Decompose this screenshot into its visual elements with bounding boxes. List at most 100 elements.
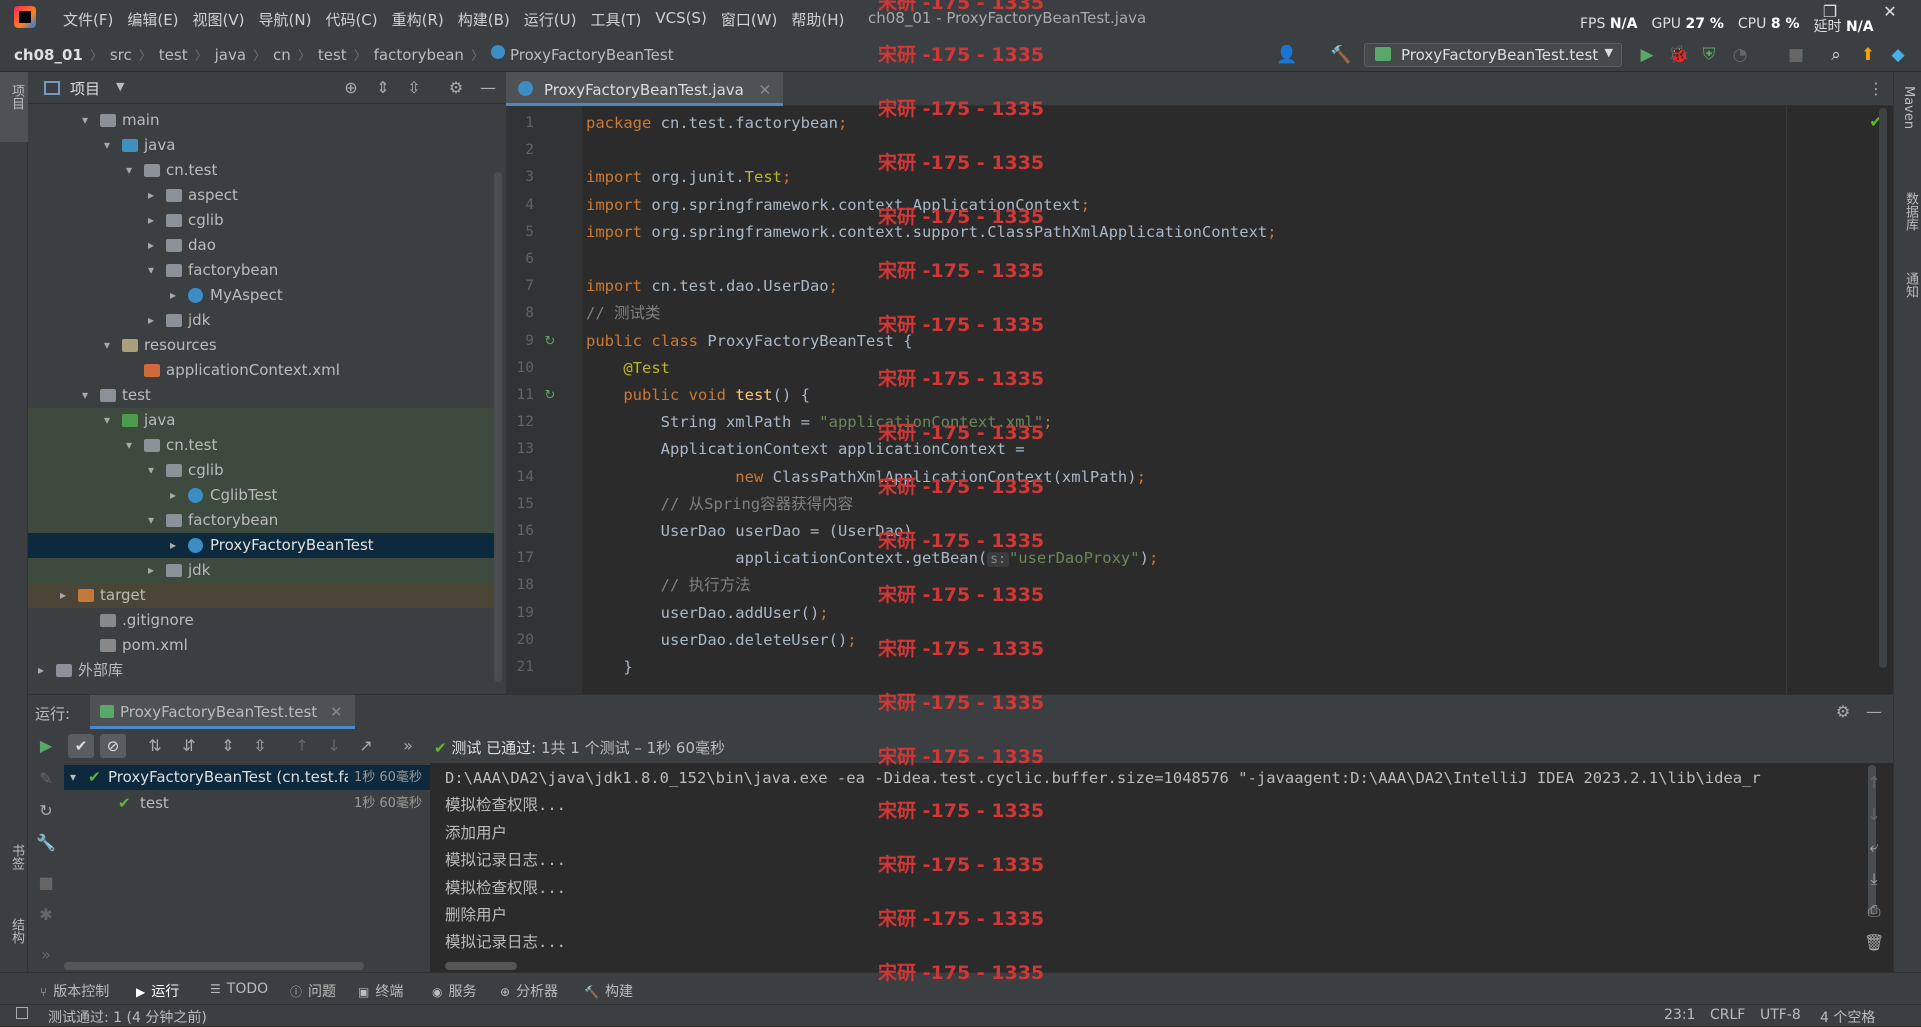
show-ignored-icon[interactable]: ⊘: [100, 734, 126, 758]
menu-item[interactable]: 运行(U): [517, 9, 584, 30]
bottom-tab[interactable]: 🔨 构建: [584, 981, 633, 1001]
breadcrumb-item[interactable]: java: [215, 45, 246, 64]
run-icon[interactable]: ▶: [1637, 45, 1657, 65]
restore-icon[interactable]: ❐: [1820, 2, 1840, 22]
menu-item[interactable]: 工具(T): [583, 9, 648, 30]
chevron-right-icon[interactable]: ▸: [60, 583, 70, 608]
menu-item[interactable]: 代码(C): [318, 9, 384, 30]
chevron-down-icon[interactable]: ▾: [104, 133, 114, 158]
bottom-tab[interactable]: ☰ TODO: [210, 981, 268, 997]
chevron-down-icon[interactable]: ▼: [116, 80, 124, 93]
breadcrumb-item[interactable]: src: [110, 45, 132, 64]
stop-icon[interactable]: ■: [36, 873, 56, 893]
expand-all-icon[interactable]: ⇕: [373, 78, 393, 98]
indent-setting[interactable]: 4 个空格: [1820, 1007, 1875, 1027]
chevron-right-icon[interactable]: ▸: [148, 208, 158, 233]
project-tree-item[interactable]: ▾ main: [28, 108, 498, 133]
breadcrumb-item[interactable]: ProxyFactoryBeanTest: [510, 45, 674, 64]
project-tree-item[interactable]: ▸ target: [28, 583, 498, 608]
breadcrumb-item[interactable]: test: [318, 45, 347, 64]
stop-icon[interactable]: ■: [1786, 45, 1806, 65]
project-tree-item[interactable]: ▸ MyAspect: [28, 283, 498, 308]
chevron-right-icon[interactable]: ▸: [38, 658, 48, 683]
run-config-selector[interactable]: ProxyFactoryBeanTest.test ▼: [1364, 43, 1622, 67]
run-class-gutter-icon[interactable]: ↻: [540, 332, 560, 352]
next-failed-icon[interactable]: ↓: [324, 736, 344, 756]
menu-item[interactable]: 视图(V): [186, 9, 252, 30]
chevron-down-icon[interactable]: ▾: [82, 108, 92, 133]
tree-h-scrollbar[interactable]: [64, 962, 364, 970]
project-tree-item[interactable]: ▾ cn.test: [28, 158, 498, 183]
wrench-icon[interactable]: 🔧: [36, 833, 56, 853]
more-tabs-icon[interactable]: ⋮: [1866, 79, 1886, 99]
editor-tab-active[interactable]: ProxyFactoryBeanTest.java ✕: [506, 72, 784, 106]
locate-icon[interactable]: ⊕: [341, 78, 361, 98]
coverage-icon[interactable]: ⛨: [1699, 45, 1719, 65]
show-passed-icon[interactable]: ✔: [68, 734, 94, 758]
chevron-right-icon[interactable]: ▸: [170, 483, 180, 508]
chevron-down-icon[interactable]: ▾: [148, 458, 158, 483]
project-tree-item[interactable]: applicationContext.xml: [28, 358, 498, 383]
status-message[interactable]: 测试通过: 1 (4 分钟之前): [48, 1007, 207, 1027]
project-tree-item[interactable]: ▸ jdk: [28, 308, 498, 333]
console-output[interactable]: D:\AAA\DA2\java\jdk1.8.0_152\bin\java.ex…: [430, 763, 1882, 973]
sort-duration-icon[interactable]: ⇵: [179, 736, 199, 756]
chevron-down-icon[interactable]: ▾: [104, 333, 114, 358]
collapse-all-icon[interactable]: ⇳: [404, 78, 424, 98]
breadcrumb-item[interactable]: test: [159, 45, 188, 64]
bottom-tab[interactable]: ⊕ 分析器: [500, 981, 558, 1001]
menu-item[interactable]: 文件(F): [56, 9, 120, 30]
project-tree-item[interactable]: ▸ cglib: [28, 208, 498, 233]
trash-icon[interactable]: 🗑: [1864, 933, 1884, 953]
build-hammer-icon[interactable]: 🔨: [1330, 45, 1351, 65]
project-tree-item[interactable]: ▾ java: [28, 133, 498, 158]
project-tree-item[interactable]: pom.xml: [28, 633, 498, 658]
test-suite-row[interactable]: ▾ ✔ ProxyFactoryBeanTest (cn.test.fa 1秒 …: [64, 765, 430, 790]
gear-icon[interactable]: ⚙: [446, 78, 466, 98]
project-tree-item[interactable]: ▸ 外部库: [28, 658, 498, 683]
import-tests-icon[interactable]: ↗: [356, 736, 376, 756]
hide-icon[interactable]: —: [1864, 702, 1884, 722]
project-tree-item[interactable]: ▸ dao: [28, 233, 498, 258]
project-panel-title[interactable]: 项目: [70, 78, 100, 99]
intellij-logo-icon[interactable]: [14, 6, 36, 28]
chevron-down-icon[interactable]: ▾: [126, 433, 136, 458]
debug-icon[interactable]: 🐞: [1668, 45, 1689, 65]
close-tab-icon[interactable]: ✕: [759, 81, 772, 99]
prev-failed-icon[interactable]: ↑: [292, 736, 312, 756]
layout-icon[interactable]: [16, 1007, 28, 1019]
search-icon[interactable]: ⌕: [1826, 45, 1846, 65]
expand-all-icon[interactable]: ⇕: [218, 736, 238, 756]
collapse-all-icon[interactable]: ⇳: [250, 736, 270, 756]
project-tool-button[interactable]: 项目: [0, 72, 28, 142]
chevron-right-icon[interactable]: ▸: [148, 558, 158, 583]
structure-tool-label[interactable]: 结构: [7, 918, 26, 944]
jetbrains-ai-icon[interactable]: ◆: [1888, 45, 1908, 65]
run-tab[interactable]: ProxyFactoryBeanTest.test ✕: [90, 695, 355, 729]
rerun-icon[interactable]: ▶: [36, 736, 56, 756]
menu-item[interactable]: 构建(B): [451, 9, 517, 30]
caret-position[interactable]: 23:1: [1664, 1007, 1695, 1023]
bottom-tab[interactable]: ⑂ 版本控制: [40, 981, 109, 1001]
bottom-tab[interactable]: ▶ 运行: [136, 981, 179, 1001]
project-tree-item[interactable]: ▾ factorybean: [28, 258, 498, 283]
chevron-down-icon[interactable]: ▾: [104, 408, 114, 433]
menu-item[interactable]: 导航(N): [252, 9, 319, 30]
project-tree-item[interactable]: ▾ cn.test: [28, 433, 498, 458]
database-tool-label[interactable]: 数据库: [1901, 192, 1920, 231]
project-tree-item[interactable]: ▸ CglibTest: [28, 483, 498, 508]
print-icon[interactable]: ⎙: [1864, 901, 1884, 921]
bottom-tab[interactable]: ▣ 终端: [358, 981, 403, 1001]
rerun-failed-icon[interactable]: ↻: [36, 801, 56, 821]
pin-icon[interactable]: ✎: [36, 769, 56, 789]
project-tree-item[interactable]: ▸ aspect: [28, 183, 498, 208]
project-tree-item[interactable]: ▾ test: [28, 383, 498, 408]
line-ending[interactable]: CRLF: [1710, 1007, 1745, 1023]
editor-scrollbar[interactable]: [1879, 108, 1887, 668]
breadcrumb-item[interactable]: factorybean: [374, 45, 464, 64]
project-scrollbar[interactable]: [494, 172, 502, 682]
project-tree-item[interactable]: ▾ java: [28, 408, 498, 433]
menu-item[interactable]: 帮助(H): [784, 9, 851, 30]
soft-wrap-icon[interactable]: ⤶: [1864, 837, 1884, 857]
chevron-down-icon[interactable]: ▾: [148, 508, 158, 533]
